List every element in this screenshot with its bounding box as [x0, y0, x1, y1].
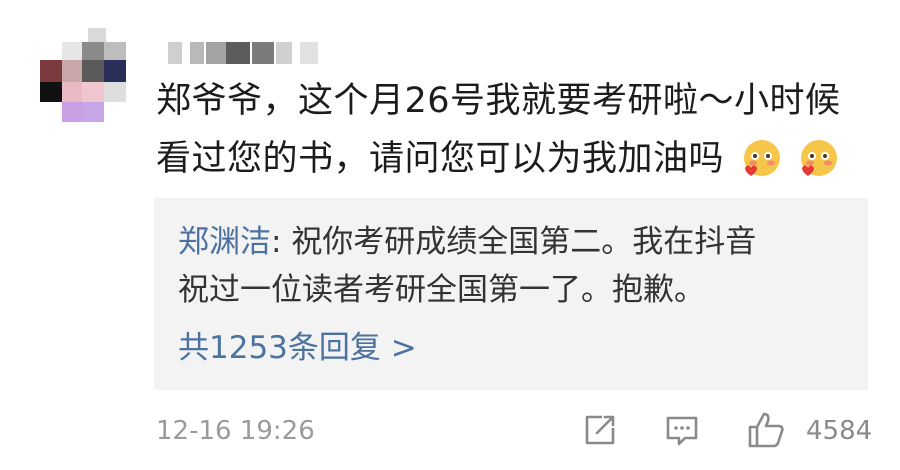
comment-text-line-1: 郑爷爷，这个月26号我就要考研啦～小时候	[156, 81, 841, 121]
comment-icon[interactable]	[664, 412, 700, 448]
view-all-replies-link[interactable]: 共1253条回复 >	[178, 326, 417, 370]
share-icon[interactable]	[582, 412, 618, 448]
blushing-heart-emoji-icon	[801, 140, 838, 176]
thumbs-up-icon[interactable]	[746, 410, 786, 450]
comment-text: 郑爷爷，这个月26号我就要考研啦～小时候 看过您的书，请问您可以为我加油吗	[156, 72, 876, 188]
avatar[interactable]	[40, 28, 128, 124]
comment-footer: 12-16 19:26 4584	[156, 410, 872, 452]
reply-text-part-1: 祝你考研成绩全国第二。我在抖音	[291, 224, 757, 260]
reply-text: 郑渊洁: 祝你考研成绩全国第二。我在抖音 祝过一位读者考研全国第一了。抱歉。	[178, 218, 858, 314]
reply-separator: :	[271, 224, 292, 260]
reply-author-link[interactable]: 郑渊洁	[178, 224, 271, 260]
comment-text-line-2: 看过您的书，请问您可以为我加油吗	[156, 130, 876, 188]
reply-text-line-2: 祝过一位读者考研全国第一了。抱歉。	[178, 272, 705, 308]
reply-box[interactable]: 郑渊洁: 祝你考研成绩全国第二。我在抖音 祝过一位读者考研全国第一了。抱歉。 共…	[154, 198, 868, 390]
timestamp: 12-16 19:26	[156, 416, 315, 446]
blushing-heart-emoji-icon	[743, 140, 780, 176]
username[interactable]	[168, 42, 338, 66]
like-count: 4584	[806, 416, 873, 446]
